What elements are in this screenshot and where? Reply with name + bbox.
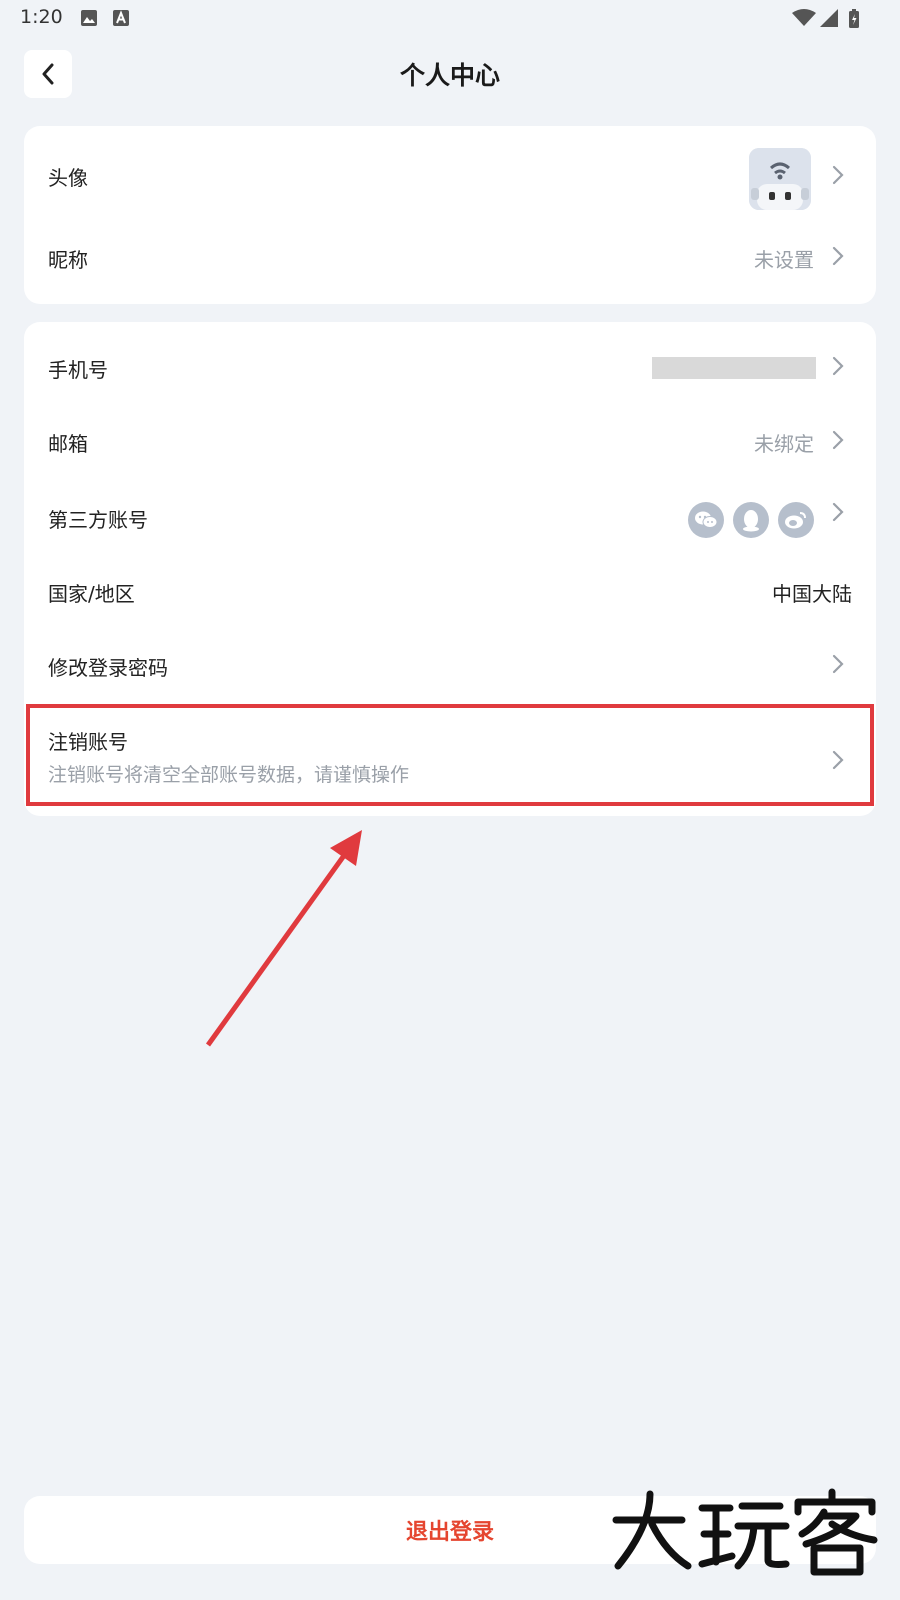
nickname-row[interactable]: 昵称 未设置 xyxy=(24,222,876,304)
phone-row[interactable]: 手机号 xyxy=(24,322,876,412)
chevron-right-icon xyxy=(832,246,844,266)
page: 1:20 个人中心 头像 昵称 未设置 手机号 邮箱 未绑定 第三方账号 国家/… xyxy=(0,0,900,1600)
nickname-label: 昵称 xyxy=(48,248,88,272)
wifi-icon xyxy=(792,9,816,26)
avatar-label: 头像 xyxy=(48,166,88,190)
email-label: 邮箱 xyxy=(48,432,88,456)
chevron-right-icon xyxy=(832,502,844,522)
battery-icon xyxy=(849,9,859,28)
region-value: 中国大陆 xyxy=(772,582,852,606)
chevron-right-icon xyxy=(832,430,844,450)
chevron-right-icon xyxy=(832,356,844,376)
watermark-logo xyxy=(612,1488,878,1576)
phone-label: 手机号 xyxy=(48,358,108,382)
a-notification-icon xyxy=(113,10,129,26)
phone-value-redacted xyxy=(652,357,816,379)
email-row[interactable]: 邮箱 未绑定 xyxy=(24,412,876,484)
profile-card: 头像 昵称 未设置 xyxy=(24,126,876,304)
status-bar: 1:20 xyxy=(0,0,900,36)
region-label: 国家/地区 xyxy=(48,582,135,606)
avatar xyxy=(749,148,811,210)
robot-avatar-icon xyxy=(749,148,811,210)
signal-icon xyxy=(820,9,838,27)
avatar-row[interactable]: 头像 xyxy=(24,126,876,222)
status-time: 1:20 xyxy=(20,6,63,28)
image-notification-icon xyxy=(81,10,97,26)
third-party-row[interactable]: 第三方账号 xyxy=(24,484,876,560)
chevron-right-icon xyxy=(832,165,844,185)
logout-label: 退出登录 xyxy=(405,1520,494,1545)
change-password-label: 修改登录密码 xyxy=(48,656,168,680)
wechat-icon xyxy=(688,502,724,538)
region-row: 国家/地区 中国大陆 xyxy=(24,560,876,634)
nickname-value: 未设置 xyxy=(754,248,814,272)
third-party-label: 第三方账号 xyxy=(48,508,148,532)
chevron-right-icon xyxy=(832,654,844,674)
weibo-icon xyxy=(778,502,814,538)
annotation-arrow-icon xyxy=(205,830,362,1047)
qq-icon xyxy=(733,502,769,538)
change-password-row[interactable]: 修改登录密码 xyxy=(24,634,876,708)
page-title: 个人中心 xyxy=(399,61,500,90)
email-value: 未绑定 xyxy=(754,432,814,456)
annotation-highlight-box xyxy=(26,704,874,806)
